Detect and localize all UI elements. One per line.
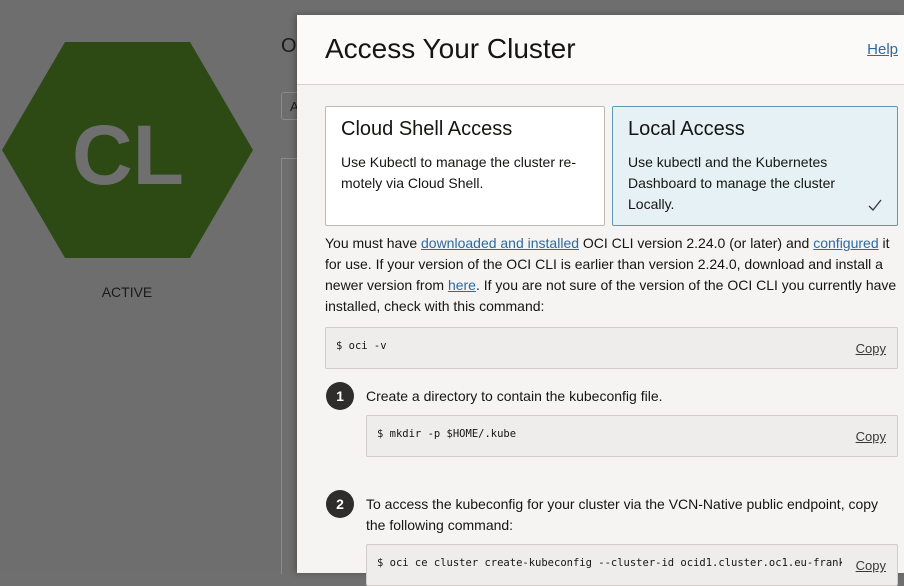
help-link[interactable]: Help <box>867 41 898 58</box>
configured-link[interactable]: configured <box>813 235 878 251</box>
drawer-header: Access Your Cluster Help <box>297 15 904 85</box>
cluster-status: ACTIVE <box>101 284 153 300</box>
hexagon-initials: CL <box>72 108 184 202</box>
access-type-cards: Cloud Shell Access Use Kubectl to manage… <box>325 106 898 226</box>
downloaded-and-installed-link[interactable]: downloaded and installed <box>421 235 579 251</box>
drawer-title: Access Your Cluster <box>325 33 576 64</box>
cloud-shell-access-card[interactable]: Cloud Shell Access Use Kubectl to manage… <box>325 106 605 226</box>
card-description: Use kubectl and the Kubernetes Dashboard… <box>628 154 836 212</box>
step-text: Create a directory to contain the kubeco… <box>366 388 663 404</box>
copy-button[interactable]: Copy <box>851 429 886 444</box>
version-check-command-box: $ oci -v Copy <box>325 327 898 369</box>
checkmark-icon <box>868 199 882 211</box>
step-number-badge: 2 <box>326 490 354 518</box>
create-kubeconfig-command-box: $ oci ce cluster create-kubeconfig --clu… <box>366 544 898 586</box>
page-title-fragment: O <box>281 35 297 57</box>
step-text: To access the kubeconfig for your cluste… <box>366 496 879 533</box>
command-text[interactable]: $ oci -v <box>336 340 387 352</box>
here-link[interactable]: here <box>448 277 476 293</box>
intro-text: You must have <box>325 235 421 251</box>
command-text[interactable]: $ oci ce cluster create-kubeconfig --clu… <box>377 557 842 569</box>
copy-button[interactable]: Copy <box>851 341 886 356</box>
local-access-card[interactable]: Local Access Use kubectl and the Kuberne… <box>612 106 898 226</box>
command-text[interactable]: $ mkdir -p $HOME/.kube <box>377 428 516 440</box>
cli-requirements-text: You must have downloaded and installed O… <box>325 233 898 317</box>
intro-text: OCI CLI version 2.24.0 (or later) and <box>579 235 814 251</box>
access-cluster-drawer: Access Your Cluster Help Cloud Shell Acc… <box>297 15 904 586</box>
step-number-badge: 1 <box>326 382 354 410</box>
copy-button[interactable]: Copy <box>851 558 886 573</box>
cluster-hexagon-icon: CL <box>2 42 253 258</box>
card-title: Local Access <box>628 118 745 140</box>
mkdir-command-box: $ mkdir -p $HOME/.kube Copy <box>366 415 898 457</box>
card-description: Use Kubectl to manage the cluster re-mot… <box>341 154 577 191</box>
card-title: Cloud Shell Access <box>341 118 513 140</box>
